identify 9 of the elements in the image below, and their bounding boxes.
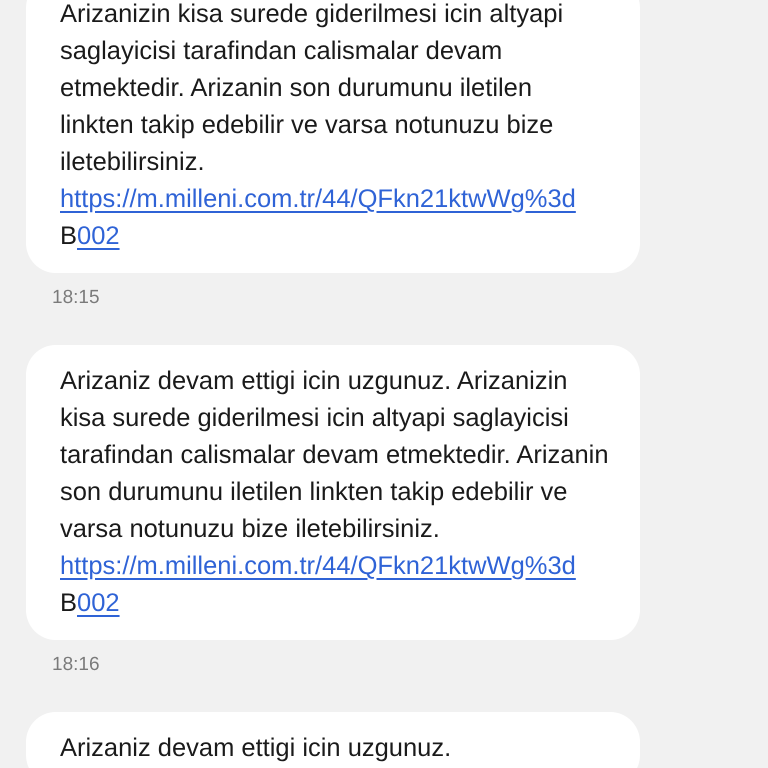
message-link[interactable]: https://m.milleni.com.tr/44/QFkn21ktwWg%3d — [60, 552, 576, 580]
message-text: Arizaniz devam ettigi icin uzgunuz. — [60, 733, 452, 764]
message-link[interactable]: 002 — [77, 589, 120, 617]
message-text: Arizaniz devam ettigi icin uzgunuz. Arizanizin kisa surede giderilmesi icin altyapi saglayicisi tarafindan calismalar devam etmektedir. Arizanin son durumunu iletilen linkten takip edebilir ve varsa notunuzu bize iletebilirsiniz. https://m.milleni.com.tr/44/QFkn21ktwWg%3d B002 — [60, 366, 610, 619]
message-text: Arizanizin kisa surede giderilmesi icin altyapi saglayicisi tarafindan calismalar devam etmektedir. Arizanin son durumunu iletilen linkten takip edebilir ve varsa notunuzu bize iletebilirsiniz. https://m.milleni.com.tr/44/QFkn21ktwWg%3d B002 — [60, 0, 577, 252]
message-time: 18:16 — [52, 654, 100, 676]
message-link[interactable]: https://m.milleni.com.tr/44/QFkn21ktwWg%3d — [60, 185, 576, 213]
message-link[interactable]: 002 — [77, 222, 120, 250]
message-time: 18:15 — [52, 287, 100, 309]
